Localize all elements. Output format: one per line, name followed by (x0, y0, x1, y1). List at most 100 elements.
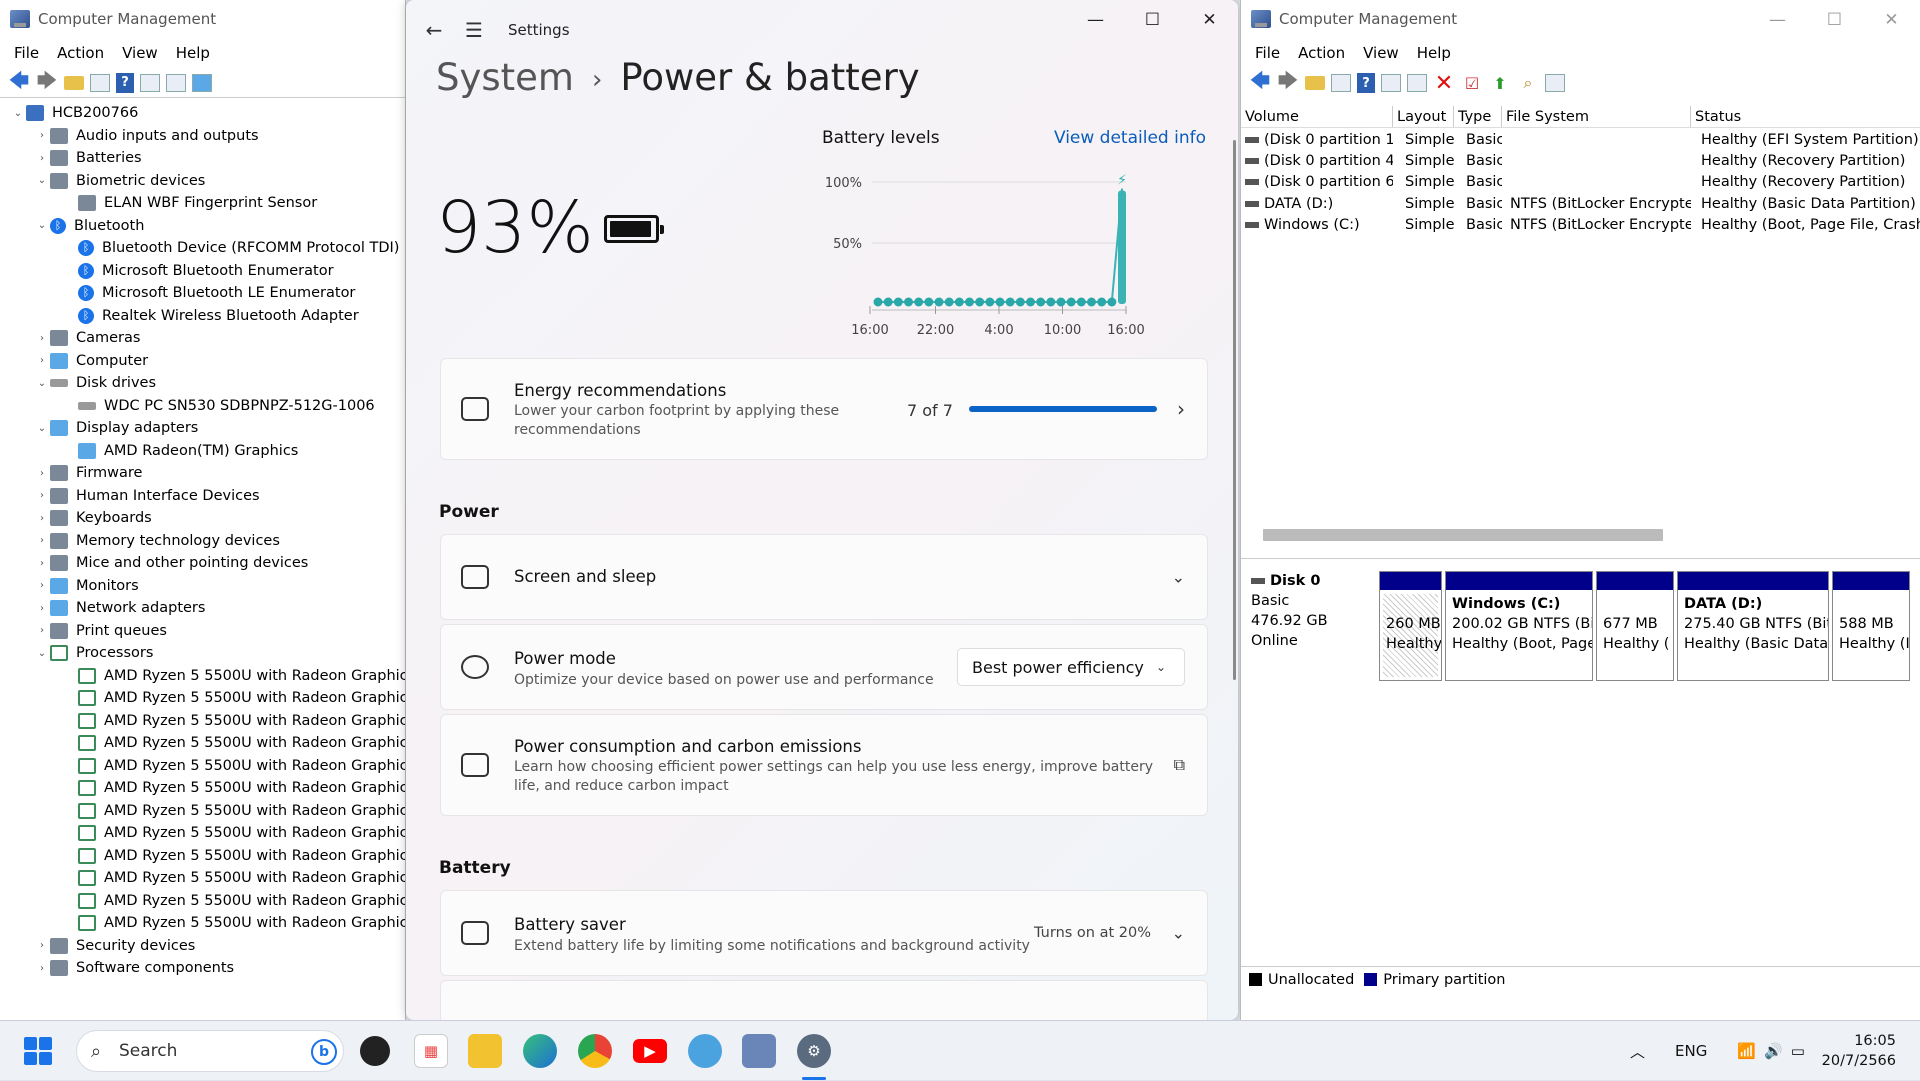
tree-item[interactable]: AMD Ryzen 5 5500U with Radeon Graphics (0, 777, 405, 800)
partition-block[interactable]: 588 MB Healthy (I (1832, 571, 1910, 681)
menu-action[interactable]: Action (57, 44, 104, 62)
power-mode-dropdown[interactable]: Best power efficiency ⌄ (957, 648, 1185, 686)
tree-item[interactable]: AMD Ryzen 5 5500U with Radeon Graphics (0, 912, 405, 935)
chevron-down-icon[interactable]: ⌄ (34, 220, 50, 231)
forward-arrow-icon[interactable]: 🡆 (36, 68, 58, 93)
table-row[interactable]: Windows (C:) Simple Basic NTFS (BitLocker E… (1241, 215, 1920, 236)
tree-item[interactable]: › Batteries (0, 147, 405, 170)
back-icon[interactable]: ← (414, 18, 454, 42)
network-app-icon[interactable] (688, 1034, 722, 1068)
check-icon[interactable]: ☑ (1461, 73, 1483, 93)
up-folder-icon[interactable] (64, 75, 84, 90)
menu-file[interactable]: File (1255, 44, 1280, 62)
chevron-down-icon[interactable]: ⌄ (34, 423, 50, 434)
tree-item[interactable]: › Audio inputs and outputs (0, 125, 405, 148)
show-hide-tree-icon[interactable] (1331, 74, 1351, 92)
chevron-right-icon[interactable]: › (34, 468, 50, 479)
help-icon[interactable]: ? (1357, 73, 1375, 93)
disk-0-info[interactable]: Disk 0 Basic 476.92 GB Online (1251, 571, 1328, 651)
tree-item[interactable]: AMD Ryzen 5 5500U with Radeon Graphics (0, 845, 405, 868)
tree-item[interactable]: AMD Ryzen 5 5500U with Radeon Graphics (0, 890, 405, 913)
chevron-down-icon[interactable]: ⌄ (34, 378, 50, 389)
tree-item[interactable]: › Mice and other pointing devices (0, 552, 405, 575)
tree-item[interactable]: › Print queues (0, 620, 405, 643)
tree-item[interactable]: › Network adapters (0, 597, 405, 620)
chevron-right-icon[interactable]: › (34, 580, 50, 591)
tree-item[interactable]: › Memory technology devices (0, 530, 405, 553)
show-hide-tree-icon[interactable] (90, 73, 110, 92)
tree-item[interactable]: › Monitors (0, 575, 405, 598)
tree-item[interactable]: ⌄ ᛒ Bluetooth (0, 215, 405, 238)
table-row[interactable]: DATA (D:) Simple Basic NTFS (BitLocker Encr… (1241, 194, 1920, 215)
tree-item[interactable]: ᛒ Microsoft Bluetooth LE Enumerator (0, 282, 405, 305)
minimize-button[interactable]: — (1749, 0, 1806, 40)
chevron-right-icon[interactable]: › (34, 625, 50, 636)
tree-item[interactable]: ⌄ HCB200766 (0, 102, 405, 125)
search-icon[interactable]: ⌕ (1517, 73, 1539, 93)
tree-item[interactable]: ᛒ Realtek Wireless Bluetooth Adapter (0, 305, 405, 328)
chevron-right-icon[interactable]: › (34, 355, 50, 366)
up-arrow-icon[interactable]: ⬆ (1489, 73, 1511, 93)
col-volume[interactable]: Volume (1241, 106, 1393, 127)
menu-view[interactable]: View (122, 44, 158, 62)
close-button[interactable]: ✕ (1181, 0, 1238, 40)
chevron-up-icon[interactable]: ︿ (1630, 1041, 1645, 1062)
disk-management-titlebar[interactable]: Computer Management — ☐ ✕ (1241, 0, 1920, 38)
tree-item[interactable]: AMD Ryzen 5 5500U with Radeon Graphics (0, 822, 405, 845)
microsoft-store-icon[interactable]: ▦ (414, 1034, 448, 1068)
tree-item[interactable]: ᛒ Bluetooth Device (RFCOMM Protocol TDI) (0, 237, 405, 260)
clock[interactable]: 16:05 20/7/2566 (1822, 1031, 1896, 1071)
tree-item[interactable]: AMD Ryzen 5 5500U with Radeon Graphics (0, 800, 405, 823)
edge-icon[interactable] (523, 1034, 557, 1068)
tree-item[interactable]: › Software components (0, 957, 405, 980)
bing-icon[interactable]: b (311, 1039, 337, 1065)
chevron-down-icon[interactable]: ⌄ (10, 108, 26, 119)
help-icon[interactable]: ? (116, 72, 134, 93)
horizontal-scrollbar[interactable] (1263, 529, 1663, 541)
tree-item[interactable]: ⌄ Disk drives (0, 372, 405, 395)
tree-item[interactable]: ⌄ Display adapters (0, 417, 405, 440)
tree-item[interactable]: ᛒ Microsoft Bluetooth Enumerator (0, 260, 405, 283)
battery-tray-icon[interactable]: ▭ (1791, 1042, 1805, 1060)
menu-view[interactable]: View (1363, 44, 1399, 62)
tree-item[interactable]: AMD Ryzen 5 5500U with Radeon Graphics (0, 710, 405, 733)
col-status[interactable]: Status (1691, 106, 1920, 127)
col-file-system[interactable]: File System (1502, 106, 1691, 127)
power-consumption-card[interactable]: Power consumption and carbon emissions L… (440, 714, 1208, 816)
delete-icon[interactable]: ✕ (1433, 71, 1455, 96)
properties-icon[interactable] (140, 73, 160, 92)
col-layout[interactable]: Layout (1393, 106, 1454, 127)
scan-hardware-icon[interactable] (166, 73, 186, 92)
tree-item[interactable]: WDC PC SN530 SDBPNPZ-512G-1006 (0, 395, 405, 418)
menu-help[interactable]: Help (176, 44, 210, 62)
tree-item[interactable]: AMD Ryzen 5 5500U with Radeon Graphics (0, 687, 405, 710)
tree-item[interactable]: › Computer (0, 350, 405, 373)
table-row[interactable]: (Disk 0 partition 4) Simple Basic Healthy (… (1241, 151, 1920, 172)
chevron-right-icon[interactable]: › (34, 535, 50, 546)
computer-management-taskbar-icon[interactable] (742, 1034, 776, 1068)
settings-gear-icon[interactable]: ⚙ (797, 1034, 831, 1068)
list-view-icon[interactable] (1545, 74, 1565, 92)
tree-item[interactable]: AMD Ryzen 5 5500U with Radeon Graphics (0, 732, 405, 755)
battery-saver-card[interactable]: Battery saver Extend battery life by lim… (440, 890, 1208, 976)
wifi-icon[interactable]: 📶 (1737, 1042, 1756, 1060)
chevron-down-icon[interactable]: ⌄ (34, 175, 50, 186)
partition-block[interactable]: Windows (C:) 200.02 GB NTFS (Bit Healthy (… (1445, 571, 1593, 681)
file-explorer-icon[interactable] (468, 1034, 502, 1068)
view-detailed-info-link[interactable]: View detailed info (1054, 128, 1206, 148)
up-folder-icon[interactable] (1305, 76, 1325, 90)
chevron-down-icon[interactable]: ⌄ (34, 648, 50, 659)
tree-item[interactable]: › Cameras (0, 327, 405, 350)
partition-block[interactable]: 677 MB Healthy ( (1596, 571, 1674, 681)
tree-item[interactable]: ⌄ Processors (0, 642, 405, 665)
properties-icon[interactable] (1381, 74, 1401, 92)
breadcrumb-system[interactable]: System (436, 56, 574, 99)
connect-icon[interactable] (1407, 74, 1427, 92)
taskbar-search-box[interactable]: ⌕ Search b (76, 1030, 344, 1072)
maximize-button[interactable]: ☐ (1806, 0, 1863, 40)
tree-item[interactable]: ⌄ Biometric devices (0, 170, 405, 193)
menu-help[interactable]: Help (1417, 44, 1451, 62)
volume-icon[interactable]: 🔊 (1764, 1042, 1783, 1060)
start-windows-icon[interactable] (24, 1037, 52, 1065)
youtube-icon[interactable]: ▶ (633, 1039, 667, 1063)
